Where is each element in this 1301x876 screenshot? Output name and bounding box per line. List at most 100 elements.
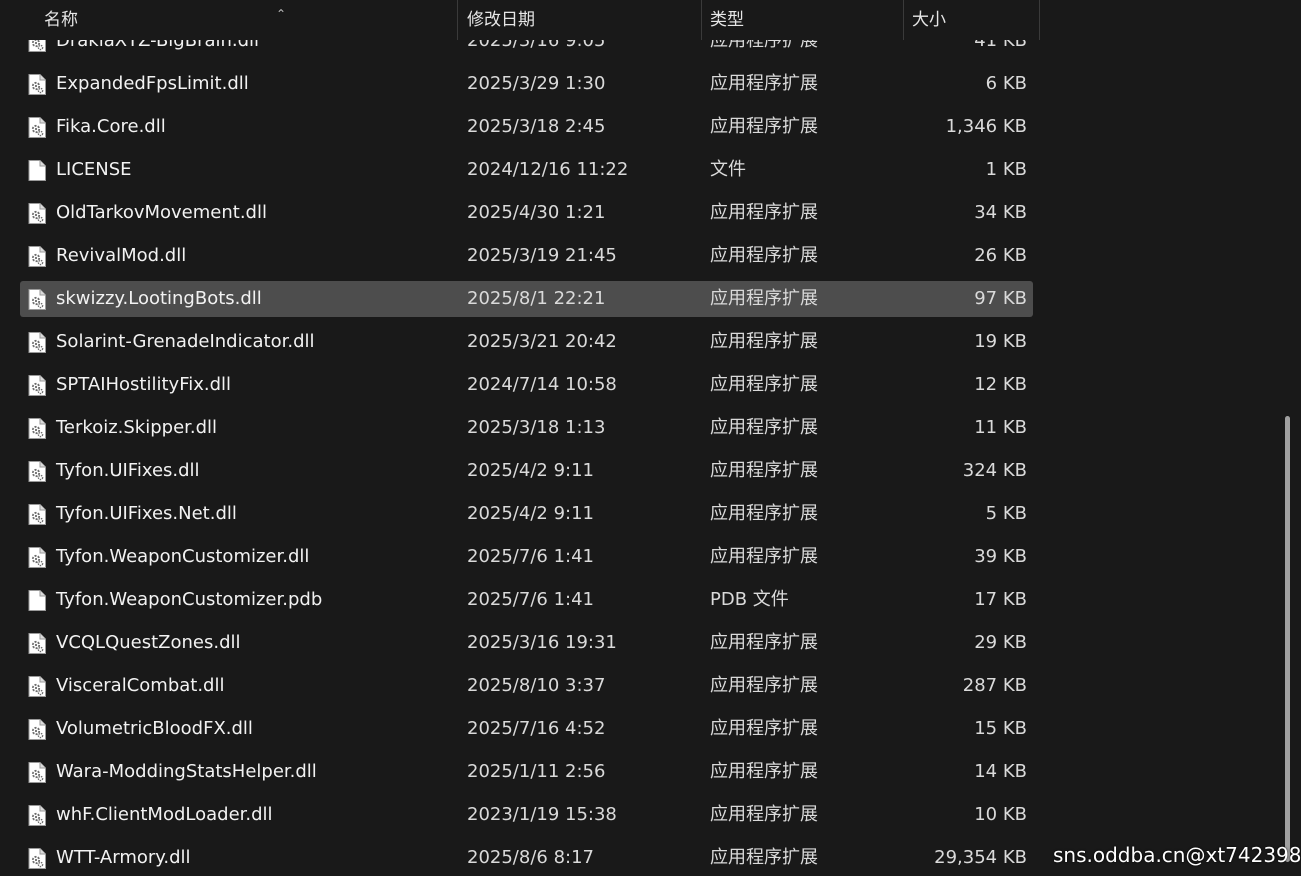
dll-file-icon bbox=[28, 246, 46, 267]
file-type: 应用程序扩展 bbox=[710, 804, 818, 825]
file-type: 应用程序扩展 bbox=[710, 73, 818, 94]
file-type: 应用程序扩展 bbox=[710, 331, 818, 352]
file-modified-date: 2025/7/6 1:41 bbox=[467, 589, 594, 610]
file-name: Tyfon.UIFixes.Net.dll bbox=[56, 503, 237, 524]
file-type: 应用程序扩展 bbox=[710, 761, 818, 782]
file-row[interactable]: ExpandedFpsLimit.dll 2025/3/29 1:30 应用程序扩展… bbox=[20, 66, 1033, 102]
file-row[interactable]: OldTarkovMovement.dll 2025/4/30 1:21 应用程序扩… bbox=[20, 195, 1033, 231]
file-row[interactable]: skwizzy.LootingBots.dll 2025/8/1 22:21 应用程… bbox=[20, 281, 1033, 317]
file-name: Tyfon.WeaponCustomizer.pdb bbox=[56, 589, 323, 610]
file-row[interactable]: LICENSE 2024/12/16 11:22 文件 1 KB bbox=[20, 152, 1033, 188]
file-row[interactable]: RevivalMod.dll 2025/3/19 21:45 应用程序扩展 26 KB bbox=[20, 238, 1033, 274]
file-name: Fika.Core.dll bbox=[56, 116, 166, 137]
file-modified-date: 2025/8/6 8:17 bbox=[467, 847, 594, 868]
file-type: 应用程序扩展 bbox=[710, 245, 818, 266]
file-row[interactable]: Tyfon.WeaponCustomizer.dll 2025/7/6 1:41 应… bbox=[20, 539, 1033, 575]
file-modified-date: 2025/8/1 22:21 bbox=[467, 288, 606, 309]
file-type: 文件 bbox=[710, 159, 746, 180]
file-size: 10 KB bbox=[974, 804, 1027, 825]
file-name: WTT-Armory.dll bbox=[56, 847, 191, 868]
file-modified-date: 2025/7/16 4:52 bbox=[467, 718, 606, 739]
dll-file-icon bbox=[28, 418, 46, 439]
file-row[interactable]: Tyfon.UIFixes.Net.dll 2025/4/2 9:11 应用程序扩展… bbox=[20, 496, 1033, 532]
column-header-name-label: 名称 bbox=[44, 10, 78, 30]
file-row[interactable]: Fika.Core.dll 2025/3/18 2:45 应用程序扩展 1,346 K… bbox=[20, 109, 1033, 145]
blank-file-icon bbox=[28, 160, 46, 181]
file-modified-date: 2023/1/19 15:38 bbox=[467, 804, 617, 825]
file-row[interactable]: WTT-Armory.dll 2025/8/6 8:17 应用程序扩展 29,354 … bbox=[20, 840, 1033, 876]
column-header-date[interactable]: 修改日期 bbox=[461, 0, 702, 40]
column-header-date-label: 修改日期 bbox=[467, 10, 535, 30]
file-modified-date: 2025/3/16 19:31 bbox=[467, 632, 617, 653]
file-modified-date: 2025/7/6 1:41 bbox=[467, 546, 594, 567]
file-row[interactable]: Tyfon.UIFixes.dll 2025/4/2 9:11 应用程序扩展 324 … bbox=[20, 453, 1033, 489]
sort-ascending-icon: ⌃ bbox=[276, 7, 287, 21]
file-row[interactable]: whF.ClientModLoader.dll 2023/1/19 15:38 应用… bbox=[20, 797, 1033, 833]
file-name: RevivalMod.dll bbox=[56, 245, 187, 266]
file-type: 应用程序扩展 bbox=[710, 847, 818, 868]
file-name: skwizzy.LootingBots.dll bbox=[56, 288, 262, 309]
file-name: OldTarkovMovement.dll bbox=[56, 202, 267, 223]
file-row[interactable]: SPTAIHostilityFix.dll 2024/7/14 10:58 应用程序… bbox=[20, 367, 1033, 403]
column-header-size[interactable]: 大小 bbox=[906, 0, 1040, 40]
file-size: 287 KB bbox=[962, 675, 1027, 696]
dll-file-icon bbox=[28, 117, 46, 138]
file-modified-date: 2025/1/11 2:56 bbox=[467, 761, 606, 782]
file-type: 应用程序扩展 bbox=[710, 460, 818, 481]
column-header-type[interactable]: 类型 bbox=[704, 0, 904, 40]
file-name: LICENSE bbox=[56, 159, 132, 180]
file-modified-date: 2025/3/19 21:45 bbox=[467, 245, 617, 266]
file-size: 6 KB bbox=[985, 73, 1027, 94]
vertical-scrollbar-thumb[interactable] bbox=[1285, 416, 1290, 862]
file-name: whF.ClientModLoader.dll bbox=[56, 804, 273, 825]
file-size: 34 KB bbox=[974, 202, 1027, 223]
file-row[interactable]: VolumetricBloodFX.dll 2025/7/16 4:52 应用程序扩… bbox=[20, 711, 1033, 747]
file-size: 1 KB bbox=[985, 159, 1027, 180]
file-modified-date: 2025/3/29 1:30 bbox=[467, 73, 606, 94]
file-modified-date: 2025/4/2 9:11 bbox=[467, 460, 594, 481]
dll-file-icon bbox=[28, 203, 46, 224]
file-explorer-details-view: DrakiaXYZ-BigBrain.dll 2025/3/16 9:05 应用程序… bbox=[0, 0, 1301, 876]
file-modified-date: 2025/4/30 1:21 bbox=[467, 202, 606, 223]
file-name: Tyfon.WeaponCustomizer.dll bbox=[56, 546, 310, 567]
file-type: 应用程序扩展 bbox=[710, 202, 818, 223]
file-size: 5 KB bbox=[985, 503, 1027, 524]
file-size: 29,354 KB bbox=[934, 847, 1027, 868]
file-row[interactable]: VisceralCombat.dll 2025/8/10 3:37 应用程序扩展 28… bbox=[20, 668, 1033, 704]
file-type: 应用程序扩展 bbox=[710, 374, 818, 395]
dll-file-icon bbox=[28, 719, 46, 740]
file-row[interactable]: Tyfon.WeaponCustomizer.pdb 2025/7/6 1:41 P… bbox=[20, 582, 1033, 618]
blank-file-icon bbox=[28, 590, 46, 611]
dll-file-icon bbox=[28, 762, 46, 783]
dll-file-icon bbox=[28, 633, 46, 654]
file-type: 应用程序扩展 bbox=[710, 288, 818, 309]
dll-file-icon bbox=[28, 848, 46, 869]
file-size: 324 KB bbox=[962, 460, 1027, 481]
file-row[interactable]: Solarint-GrenadeIndicator.dll 2025/3/21 2… bbox=[20, 324, 1033, 360]
dll-file-icon bbox=[28, 461, 46, 482]
file-type: 应用程序扩展 bbox=[710, 546, 818, 567]
file-size: 11 KB bbox=[974, 417, 1027, 438]
file-type: 应用程序扩展 bbox=[710, 632, 818, 653]
file-row[interactable]: Terkoiz.Skipper.dll 2025/3/18 1:13 应用程序扩展 1… bbox=[20, 410, 1033, 446]
file-size: 39 KB bbox=[974, 546, 1027, 567]
dll-file-icon bbox=[28, 504, 46, 525]
column-header-name[interactable]: 名称 ⌃ bbox=[38, 0, 458, 40]
file-size: 1,346 KB bbox=[945, 116, 1027, 137]
file-row[interactable]: Wara-ModdingStatsHelper.dll 2025/1/11 2:5… bbox=[20, 754, 1033, 790]
file-size: 15 KB bbox=[974, 718, 1027, 739]
file-size: 26 KB bbox=[974, 245, 1027, 266]
file-type: 应用程序扩展 bbox=[710, 417, 818, 438]
file-name: Solarint-GrenadeIndicator.dll bbox=[56, 331, 315, 352]
file-type: 应用程序扩展 bbox=[710, 503, 818, 524]
file-modified-date: 2024/12/16 11:22 bbox=[467, 159, 629, 180]
dll-file-icon bbox=[28, 332, 46, 353]
dll-file-icon bbox=[28, 74, 46, 95]
file-modified-date: 2025/8/10 3:37 bbox=[467, 675, 606, 696]
file-row[interactable]: VCQLQuestZones.dll 2025/3/16 19:31 应用程序扩展 2… bbox=[20, 625, 1033, 661]
dll-file-icon bbox=[28, 805, 46, 826]
file-modified-date: 2025/3/18 1:13 bbox=[467, 417, 606, 438]
file-name: VisceralCombat.dll bbox=[56, 675, 225, 696]
dll-file-icon bbox=[28, 547, 46, 568]
dll-file-icon bbox=[28, 676, 46, 697]
